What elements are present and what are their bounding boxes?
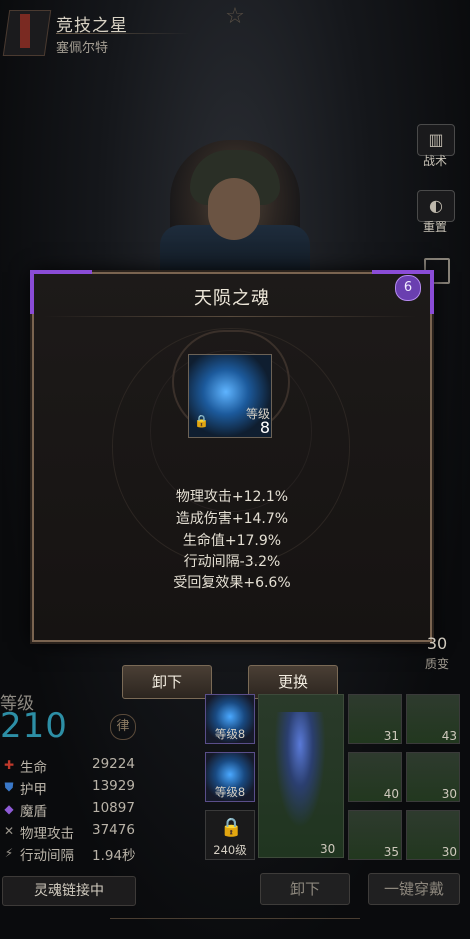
equipment-level: 31 — [383, 729, 399, 743]
stat-value: 13929 — [92, 778, 135, 794]
unequip-all-button[interactable]: 卸下 — [260, 873, 350, 905]
weapon-icon — [270, 712, 330, 842]
stat-name: 物理攻击 — [20, 826, 74, 842]
shield-icon: ⛊ — [4, 780, 14, 794]
equipment-level: 43 — [441, 729, 457, 743]
soul-slot[interactable]: 等级8 — [205, 694, 255, 744]
soul-slot[interactable]: 等级8 — [205, 752, 255, 802]
equipment-slot-boots[interactable]: 30 — [406, 810, 460, 860]
stat-line: 生命值+17.9% — [182, 533, 282, 549]
sword-icon: ✕ — [3, 824, 15, 838]
magic-shield-icon: ◆ — [4, 802, 14, 816]
weapon-level: 30 — [320, 842, 336, 856]
tactics-label: 战术 — [422, 154, 447, 168]
stat-line: 受回复效果+6.6% — [173, 575, 291, 591]
soul-link-button[interactable]: 灵魂链接中 — [2, 876, 136, 906]
star-icon[interactable]: ☆ — [216, 2, 254, 32]
stat-row-speed: ⚡ 行动间隔 1.94秒 — [0, 843, 140, 865]
stat-value: 10897 — [92, 800, 135, 816]
lock-icon: 🔒 — [194, 414, 209, 428]
stat-line: 物理攻击+12.1% — [175, 489, 289, 505]
soul-slot-unlock-level: 240级 — [213, 843, 247, 857]
equipment-slot-belt[interactable]: 30 — [406, 752, 460, 802]
stat-name: 魔盾 — [20, 804, 47, 820]
rank-emblem-mark — [20, 14, 30, 48]
locked-soul-slot[interactable]: 🔒 240级 — [205, 810, 255, 860]
unequip-button[interactable]: 卸下 — [122, 665, 212, 699]
level-value: 210 — [0, 706, 68, 746]
stat-line: 行动间隔-3.2% — [183, 554, 281, 570]
equipment-level: 40 — [383, 787, 399, 801]
hero-face — [208, 178, 260, 240]
lock-icon: 🔒 — [220, 817, 243, 838]
quality-value: 30 — [426, 634, 448, 653]
title-divider — [44, 316, 416, 317]
heart-icon: ✚ — [3, 758, 15, 772]
stat-row-magic-shield: ◆ 魔盾 10897 — [0, 799, 140, 821]
stat-row-armor: ⛊ 护甲 13929 — [0, 777, 140, 799]
stat-row-attack: ✕ 物理攻击 37476 — [0, 821, 140, 843]
equipment-level: 35 — [383, 845, 399, 859]
stat-name: 行动间隔 — [20, 848, 74, 864]
bottom-ornament — [110, 918, 360, 939]
item-level-value: 8 — [259, 418, 270, 437]
equipment-slot-helmet[interactable]: 31 — [348, 694, 402, 744]
speed-icon: ⚡ — [4, 846, 14, 860]
quality-label: 质变 — [424, 657, 449, 671]
reset-button[interactable]: ◐ 重置 — [414, 190, 456, 236]
reset-label: 重置 — [422, 220, 447, 234]
soul-slot-level: 等级8 — [214, 727, 246, 741]
stat-line: 造成伤害+14.7% — [175, 511, 289, 527]
equip-all-button[interactable]: 一键穿戴 — [368, 873, 460, 905]
level-info-icon[interactable]: 律 — [110, 714, 136, 740]
hero-name: 塞佩尔特 — [56, 41, 109, 56]
stat-name: 生命 — [20, 760, 47, 776]
stat-name: 护甲 — [20, 782, 47, 798]
tactics-button[interactable]: ▥ 战术 — [414, 124, 456, 170]
equipment-slot-armor[interactable]: 43 — [406, 694, 460, 744]
dialog-title: 天陨之魂 — [194, 288, 270, 309]
equipment-slot-ring[interactable]: 35 — [348, 810, 402, 860]
stat-row-hp: ✚ 生命 29224 — [0, 755, 140, 777]
equipment-level: 30 — [441, 845, 457, 859]
stat-value: 29224 — [92, 756, 135, 772]
item-rank-badge: 6 — [395, 275, 421, 301]
stat-value: 37476 — [92, 822, 135, 838]
soul-slot-level: 等级8 — [214, 785, 246, 799]
stat-value: 1.94秒 — [92, 848, 136, 864]
equipment-slot-gloves[interactable]: 40 — [348, 752, 402, 802]
equipment-level: 30 — [441, 787, 457, 801]
header-divider — [56, 33, 190, 34]
